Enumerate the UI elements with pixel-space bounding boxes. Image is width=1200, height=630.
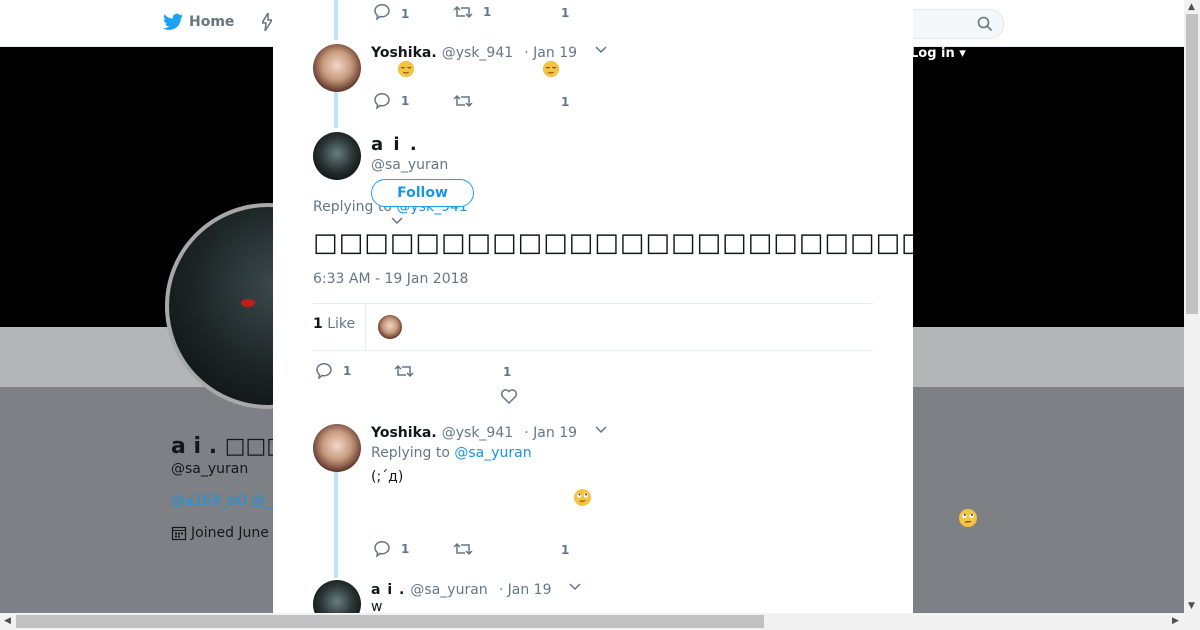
replying-prefix: Replying to (371, 445, 450, 461)
reply-icon (374, 93, 390, 109)
tweet-time[interactable]: · Jan 19 (524, 45, 577, 61)
search-input[interactable] (898, 9, 1004, 39)
tweet-time[interactable]: · Jan 19 (524, 425, 577, 441)
heart-icon[interactable] (500, 388, 518, 404)
divider (365, 304, 366, 350)
reply-count: 1 (343, 364, 352, 378)
retweet-action[interactable] (453, 93, 473, 109)
tweet-author-name[interactable]: a i . (371, 582, 405, 598)
retweet-icon (453, 542, 473, 556)
thread-connector (334, 92, 338, 128)
relieved-face-icon (542, 60, 560, 82)
tweet-thread-modal: 1 1 1 Yoshika. @ysk_941 · Jan 19 1 1 a i… (273, 0, 913, 613)
moments-nav-icon[interactable] (260, 10, 274, 35)
vertical-scroll-thumb[interactable] (1186, 14, 1198, 314)
tweet-author-handle[interactable]: @sa_yuran (410, 582, 487, 598)
joined-label: Joined June (191, 525, 269, 541)
twitter-bird-icon (163, 13, 183, 30)
scroll-up-arrow-icon[interactable]: ▲ (1188, 2, 1195, 12)
like-action[interactable]: 1 (561, 95, 569, 109)
divider (313, 350, 873, 351)
face-rolling-eyes-icon (573, 488, 592, 511)
avatar[interactable] (313, 132, 361, 180)
scroll-right-arrow-icon[interactable]: ▶ (1172, 616, 1179, 626)
retweet-icon (453, 5, 473, 19)
chevron-down-icon: ▾ (959, 46, 966, 61)
tweet-author-handle[interactable]: @ysk_941 (442, 45, 513, 61)
reply-action[interactable]: 1 (373, 93, 409, 109)
tweet-text: w (371, 599, 383, 613)
scroll-left-arrow-icon[interactable]: ◀ (4, 616, 11, 626)
face-rolling-eyes-icon (958, 508, 978, 532)
tweet-header: Yoshika. @ysk_941 · Jan 19 (371, 422, 577, 441)
like-count-label: 1 (503, 365, 512, 379)
scroll-down-arrow-icon[interactable]: ▼ (1188, 601, 1195, 611)
home-nav-link[interactable]: Home (163, 13, 234, 31)
focus-author-name[interactable]: a i . (371, 134, 419, 155)
follow-button[interactable]: Follow (371, 179, 474, 207)
tweet-author-name[interactable]: Yoshika. (371, 45, 437, 61)
reply-icon[interactable] (373, 4, 391, 23)
profile-handle: @sa_yuran (171, 461, 249, 477)
chevron-down-icon[interactable] (595, 426, 607, 434)
calendar-icon (171, 526, 187, 541)
retweet-count: 1 (483, 5, 492, 19)
liker-avatar[interactable] (377, 314, 403, 340)
focus-timestamp[interactable]: 6:33 AM - 19 Jan 2018 (313, 271, 468, 287)
profile-joined: Joined June (171, 525, 269, 541)
tweet-author-name[interactable]: Yoshika. (371, 425, 437, 441)
profile-name: a i . □□□ (171, 434, 288, 459)
retweet-action[interactable] (394, 363, 414, 379)
chevron-down-icon[interactable] (391, 217, 403, 225)
avatar[interactable] (313, 580, 361, 613)
tweet-text: (;´д) (371, 469, 404, 485)
chevron-down-icon[interactable] (569, 583, 581, 591)
like-stat[interactable]: 1 Like (313, 316, 355, 332)
reply-action[interactable]: 1 (315, 363, 351, 379)
thread-connector (334, 0, 338, 40)
reply-action[interactable]: 1 (373, 541, 409, 557)
avatar[interactable] (313, 44, 361, 92)
search-icon (977, 16, 993, 32)
like-count: 1 (561, 543, 570, 557)
replying-handle-link[interactable]: @sa_yuran (454, 445, 531, 461)
close-icon[interactable] (1152, 10, 1180, 38)
relieved-face-icon (397, 60, 415, 82)
focus-tweet-text: □□□□□□□□□□□□□□□□□□□□□□□□□□□□□□□□□□□□□□□□… (313, 228, 913, 258)
divider (313, 303, 873, 304)
like-stat-label: Like (327, 316, 356, 332)
like-action[interactable]: 1 (561, 6, 569, 20)
like-count: 1 (561, 95, 570, 109)
home-nav-label: Home (189, 14, 235, 30)
thread-connector (334, 472, 338, 578)
avatar[interactable] (313, 424, 361, 472)
retweet-icon (394, 364, 414, 378)
reply-count: 1 (401, 542, 410, 556)
like-count: 1 (561, 6, 570, 20)
top-tweet-actions: 1 (373, 4, 409, 23)
focus-author-handle[interactable]: @sa_yuran (371, 157, 448, 173)
profile-bio-links[interactable]: @a169_oO @_ (171, 493, 272, 509)
tweet-author-handle[interactable]: @ysk_941 (442, 425, 513, 441)
login-link[interactable]: Log in ▾ (910, 46, 966, 61)
tweet-header: a i . @sa_yuran · Jan 19 (371, 579, 552, 598)
retweet-action[interactable]: 1 (453, 4, 491, 20)
reply-count: 1 (401, 6, 410, 21)
horizontal-scroll-thumb[interactable] (16, 615, 764, 628)
replying-to: Replying to @sa_yuran (371, 445, 532, 461)
retweet-icon (453, 94, 473, 108)
reply-icon (374, 541, 390, 557)
tweet-time[interactable]: · Jan 19 (499, 582, 552, 598)
tweet-header: Yoshika. @ysk_941 · Jan 19 (371, 42, 577, 61)
retweet-action[interactable] (453, 541, 473, 557)
reply-count: 1 (401, 94, 410, 108)
reply-icon (316, 363, 332, 379)
chevron-down-icon[interactable] (595, 46, 607, 54)
like-action[interactable]: 1 (561, 543, 569, 557)
like-stat-count: 1 (313, 316, 323, 332)
